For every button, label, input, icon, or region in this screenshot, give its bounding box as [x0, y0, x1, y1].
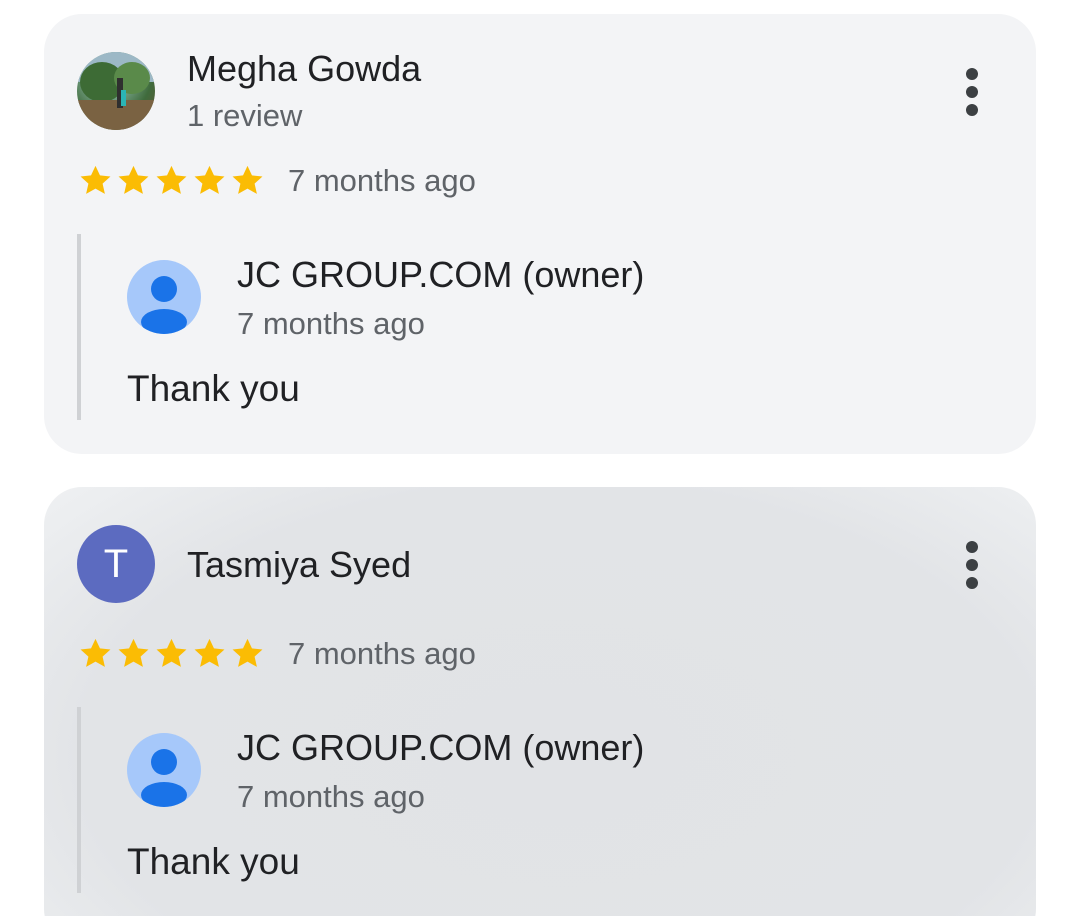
star-icon [156, 638, 187, 667]
review-card: Megha Gowda 1 review 7 months ago JC GRO… [44, 14, 1036, 454]
owner-reply-time: 7 months ago [237, 779, 425, 814]
owner-avatar [127, 260, 201, 334]
reviewer-name[interactable]: Megha Gowda [187, 48, 421, 90]
dot [966, 559, 978, 571]
person-icon [141, 276, 187, 334]
star-icon [156, 165, 187, 194]
review-time: 7 months ago [288, 162, 476, 198]
more-options-icon[interactable] [964, 541, 980, 589]
reviewer-review-count: 1 review [187, 98, 303, 133]
rating-row: 7 months ago [77, 162, 476, 199]
dot [966, 86, 978, 98]
reviewer-avatar[interactable]: T [77, 525, 155, 603]
star-icon [118, 165, 149, 194]
reviews-feed: Megha Gowda 1 review 7 months ago JC GRO… [0, 0, 1080, 916]
reviewer-avatar[interactable] [77, 52, 155, 130]
owner-reply-text: Thank you [127, 841, 300, 882]
owner-reply: JC GROUP.COM (owner) 7 months ago Thank … [77, 707, 981, 893]
owner-name: JC GROUP.COM (owner) [237, 254, 645, 295]
dot [966, 577, 978, 589]
owner-reply: JC GROUP.COM (owner) 7 months ago Thank … [77, 234, 981, 420]
dot [966, 68, 978, 80]
reviewer-photo-icon [77, 52, 155, 130]
dot [966, 541, 978, 553]
more-options-icon[interactable] [964, 68, 980, 116]
star-icon [80, 638, 111, 667]
star-icon [194, 165, 225, 194]
star-icon [232, 165, 263, 194]
star-icon [194, 638, 225, 667]
star-rating [77, 162, 266, 199]
rating-row: 7 months ago [77, 635, 476, 672]
star-icon [232, 638, 263, 667]
person-icon [141, 749, 187, 807]
review-card: T Tasmiya Syed 7 months ago JC GROUP.COM… [44, 487, 1036, 916]
dot [966, 104, 978, 116]
owner-avatar [127, 733, 201, 807]
star-icon [118, 638, 149, 667]
reviewer-name[interactable]: Tasmiya Syed [187, 544, 411, 586]
owner-reply-text: Thank you [127, 368, 300, 409]
review-time: 7 months ago [288, 635, 476, 671]
star-icon [80, 165, 111, 194]
owner-reply-time: 7 months ago [237, 306, 425, 341]
owner-name: JC GROUP.COM (owner) [237, 727, 645, 768]
star-rating [77, 635, 266, 672]
avatar-letter: T [103, 541, 129, 586]
